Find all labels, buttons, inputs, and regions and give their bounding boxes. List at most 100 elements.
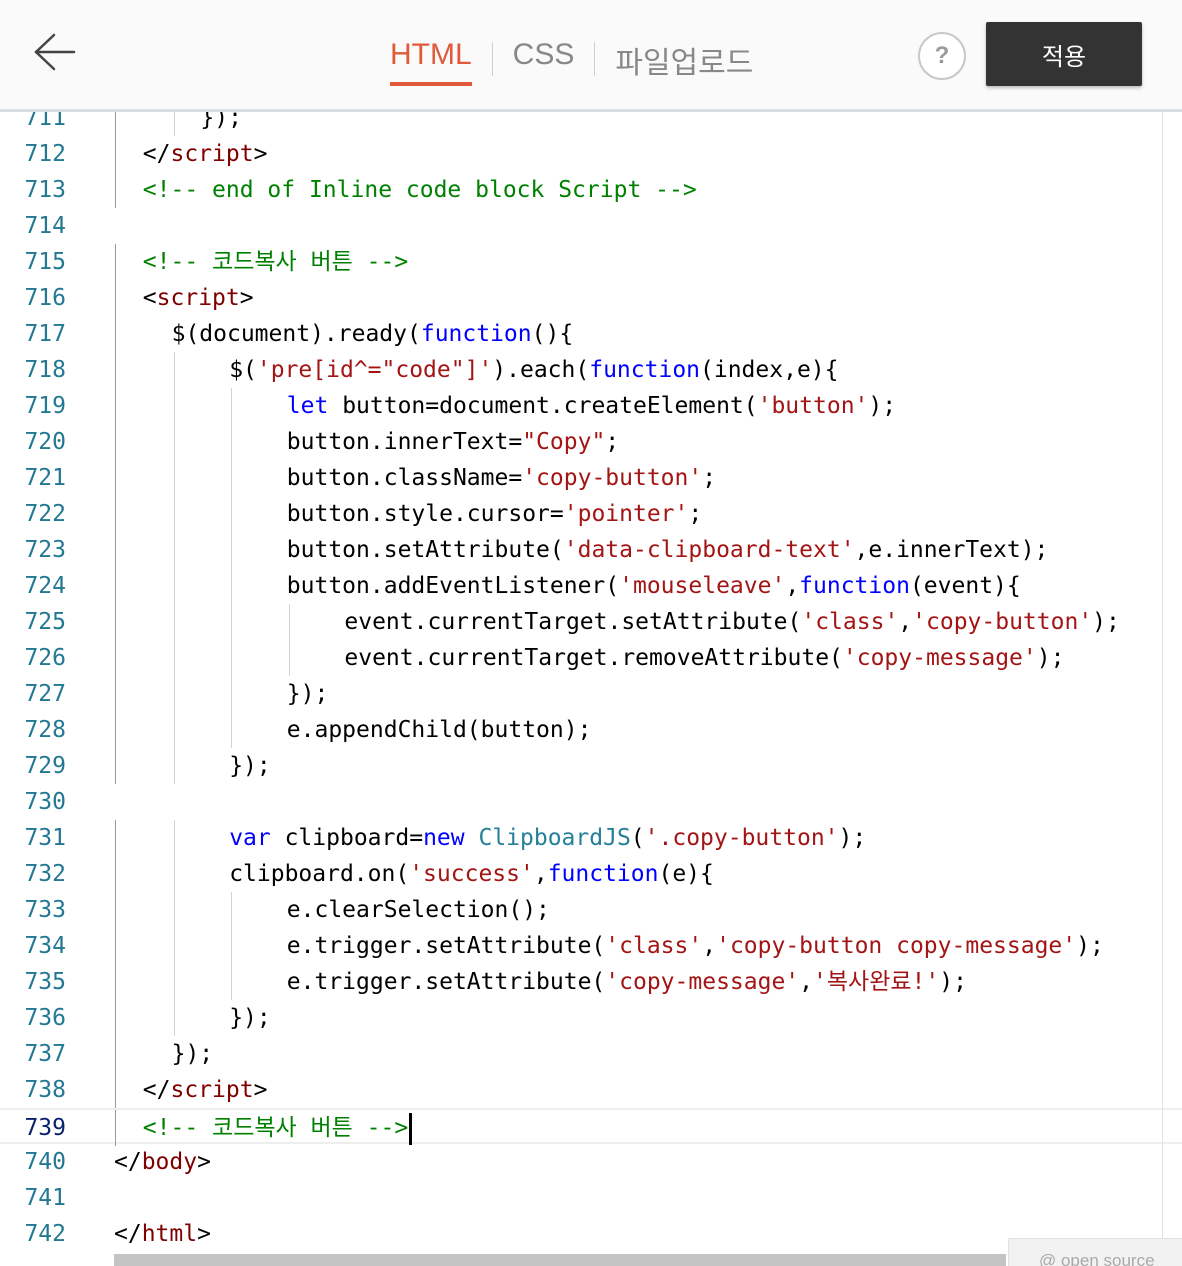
line-number: 738 (24, 1077, 66, 1103)
indent-guide (115, 424, 116, 460)
code-token: > (197, 1149, 211, 1175)
code-line[interactable]: 714 (0, 208, 1182, 244)
indent-guide (115, 136, 116, 172)
open-source-badge[interactable]: @ open source (1008, 1238, 1182, 1266)
code-line[interactable]: 730 (0, 784, 1182, 820)
code-text: $(document).ready(function(){ (172, 316, 574, 352)
line-number: 729 (24, 753, 66, 779)
indent-guide (173, 928, 175, 964)
code-line[interactable]: 731 var clipboard=new ClipboardJS('.copy-… (0, 820, 1182, 856)
code-line[interactable]: 742 </html> (0, 1216, 1182, 1252)
code-text: $('pre[id^="code"]').each(function(index… (229, 352, 838, 388)
code-token: , (533, 861, 548, 887)
code-token: 'button' (757, 393, 869, 419)
code-line[interactable]: 726 event.currentTarget.removeAttribute('… (0, 640, 1182, 676)
code-line[interactable]: 716 <script> (0, 280, 1182, 316)
line-number: 712 (24, 141, 66, 167)
code-line[interactable]: 713 <!-- end of Inline code block Script … (0, 172, 1182, 208)
code-line[interactable]: 732 clipboard.on('success',function(e){ (0, 856, 1182, 892)
code-token: script (156, 285, 240, 311)
indent-guide (115, 316, 116, 352)
code-line[interactable]: 722 button.style.cursor='pointer'; (0, 496, 1182, 532)
code-line[interactable]: 736}); (0, 1000, 1182, 1036)
code-line[interactable]: 723 button.setAttribute('data-clipboard-t… (0, 532, 1182, 568)
code-line[interactable]: 721 button.className='copy-button'; (0, 460, 1182, 496)
code-token: event.currentTarget.removeAttribute( (344, 645, 843, 671)
code-token: }); (286, 681, 329, 707)
indent-guide (115, 712, 116, 748)
code-text: <!-- 코드복사 버튼 --> (143, 244, 408, 280)
tab-css[interactable]: CSS (513, 30, 575, 86)
code-token: event.currentTarget.setAttribute( (344, 609, 802, 635)
code-line[interactable]: 734 e.trigger.setAttribute('class','copy-… (0, 928, 1182, 964)
code-token: (index,e){ (700, 357, 839, 383)
code-lines: 711}); 712 </script> 713 <!-- end of Inline … (0, 100, 1182, 1252)
indent-guide (173, 604, 175, 640)
code-text: event.currentTarget.setAttribute('class'… (344, 604, 1119, 640)
code-token: }); (229, 1005, 271, 1031)
code-text: button.className='copy-button'; (287, 460, 716, 496)
code-line[interactable]: 727}); (0, 676, 1182, 712)
code-line[interactable]: 725 event.currentTarget.setAttribute('cla… (0, 604, 1182, 640)
help-button[interactable]: ? (918, 32, 966, 80)
code-line[interactable]: 735 e.trigger.setAttribute('copy-message'… (0, 964, 1182, 1000)
code-token: let (286, 393, 329, 419)
code-token: ,e.innerText); (854, 537, 1049, 563)
code-token: button.innerText= (286, 429, 523, 455)
code-token: var (229, 825, 271, 851)
code-token: ; (702, 465, 717, 491)
code-token: e.clearSelection(); (286, 897, 550, 923)
indent-guide (173, 712, 175, 748)
code-token: script (170, 1077, 254, 1103)
code-line[interactable]: 720 button.innerText="Copy"; (0, 424, 1182, 460)
indent-guide (115, 640, 116, 676)
horizontal-scrollbar[interactable] (114, 1254, 1006, 1266)
code-line[interactable]: 715 <!-- 코드복사 버튼 --> (0, 244, 1182, 280)
indent-guide (173, 820, 175, 856)
code-token: , (785, 573, 800, 599)
indent-guide (231, 640, 233, 676)
code-text: }); (229, 1000, 271, 1036)
indent-guide (231, 532, 233, 568)
code-token: 'class' (801, 609, 899, 635)
indent-guide (115, 1000, 116, 1036)
line-number: 722 (24, 501, 66, 527)
code-line[interactable]: 739 <!-- 코드복사 버튼 --> (0, 1108, 1182, 1146)
indent-guide (115, 532, 116, 568)
code-line[interactable]: 712 </script> (0, 136, 1182, 172)
code-line[interactable]: 717 $(document).ready(function(){ (0, 316, 1182, 352)
code-token: > (239, 285, 254, 311)
code-text: let button=document.createElement('butto… (287, 388, 896, 424)
code-line[interactable]: 741 (0, 1180, 1182, 1216)
code-token: '복사완료!' (813, 969, 940, 995)
code-line[interactable]: 729}); (0, 748, 1182, 784)
code-text: </script> (143, 136, 268, 172)
apply-button[interactable]: 적용 (986, 22, 1142, 86)
indent-guide (231, 568, 233, 604)
code-line[interactable]: 738 </script> (0, 1072, 1182, 1108)
tab-html[interactable]: HTML (390, 30, 472, 86)
line-number: 717 (24, 321, 66, 347)
code-editor[interactable]: 711}); 712 </script> 713 <!-- end of Inline … (0, 100, 1182, 1266)
tab-file-upload[interactable]: 파일업로드 (615, 30, 753, 86)
indent-guide (173, 424, 175, 460)
back-button[interactable] (28, 26, 84, 82)
code-line[interactable]: 728 e.appendChild(button); (0, 712, 1182, 748)
code-line[interactable]: 740 </body> (0, 1144, 1182, 1180)
code-line[interactable]: 724 button.addEventListener('mouseleave',… (0, 568, 1182, 604)
code-line[interactable]: 733 e.clearSelection(); (0, 892, 1182, 928)
code-token: e.trigger.setAttribute( (286, 969, 606, 995)
indent-guide (115, 388, 116, 424)
editor-ruler (1162, 100, 1163, 1240)
code-line[interactable]: 737}); (0, 1036, 1182, 1072)
code-line[interactable]: 719 let button=document.createElement('bu… (0, 388, 1182, 424)
line-number: 740 (24, 1149, 66, 1175)
tab-divider (594, 42, 596, 76)
code-token: </ (114, 1149, 142, 1175)
line-number: 721 (24, 465, 66, 491)
code-line[interactable]: 718 $('pre[id^="code"]').each(function(in… (0, 352, 1182, 388)
code-text: button.addEventListener('mouseleave',fun… (287, 568, 1021, 604)
code-token: 'pre[id^="code"]' (256, 357, 493, 383)
indent-guide (231, 928, 233, 964)
